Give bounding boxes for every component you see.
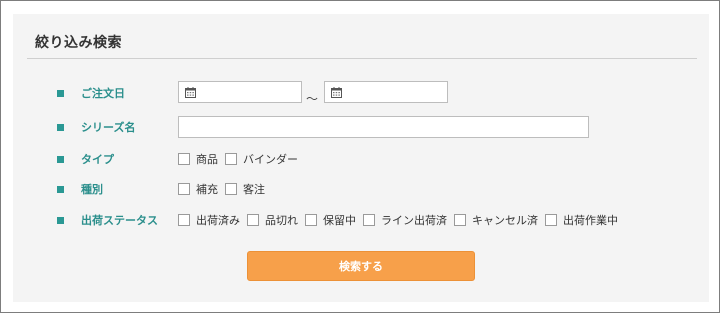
- checkbox[interactable]: [247, 214, 259, 226]
- checkbox-label: 出荷作業中: [563, 214, 618, 227]
- status-option-out-of-stock[interactable]: 品切れ: [247, 212, 298, 228]
- square-bullet-icon: [57, 123, 64, 131]
- status-option-shipped[interactable]: 出荷済み: [178, 212, 240, 228]
- checkbox[interactable]: [545, 214, 557, 226]
- checkbox-label: 客注: [243, 183, 265, 196]
- checkbox-label: バインダー: [243, 153, 298, 166]
- checkbox-label: 出荷済み: [196, 214, 240, 227]
- checkbox[interactable]: [178, 183, 190, 195]
- order-date-row-label: ご注文日: [57, 85, 125, 101]
- square-bullet-icon: [57, 89, 64, 97]
- order-date-label: ご注文日: [81, 87, 125, 100]
- type-option-product[interactable]: 商品: [178, 151, 218, 167]
- checkbox-label: キャンセル済: [472, 214, 538, 227]
- shipping-status-label: 出荷ステータス: [81, 214, 158, 227]
- series-name-input[interactable]: [178, 116, 589, 138]
- type-option-binder[interactable]: バインダー: [225, 151, 298, 167]
- checkbox-label: 補充: [196, 183, 218, 196]
- window-frame: 絞り込み検索 ご注文日 〜 シリーズ名 タイプ 商品 バインダー 種別 補充 客…: [0, 0, 720, 313]
- title-divider: [27, 58, 697, 59]
- type-checkbox-group: 商品 バインダー: [178, 151, 305, 167]
- order-date-to-input[interactable]: [324, 81, 448, 103]
- checkbox[interactable]: [363, 214, 375, 226]
- kind-label: 種別: [81, 183, 103, 196]
- order-date-from-input[interactable]: [178, 81, 302, 103]
- checkbox-label: 商品: [196, 153, 218, 166]
- kind-checkbox-group: 補充 客注: [178, 181, 272, 197]
- checkbox[interactable]: [454, 214, 466, 226]
- checkbox[interactable]: [178, 153, 190, 165]
- status-option-cancelled[interactable]: キャンセル済: [454, 212, 538, 228]
- square-bullet-icon: [57, 155, 64, 163]
- checkbox-label: 品切れ: [265, 214, 298, 227]
- checkbox[interactable]: [225, 153, 237, 165]
- checkbox[interactable]: [305, 214, 317, 226]
- shipping-status-row-label: 出荷ステータス: [57, 212, 158, 228]
- status-option-on-hold[interactable]: 保留中: [305, 212, 356, 228]
- kind-option-customer-order[interactable]: 客注: [225, 181, 265, 197]
- status-option-line-shipped[interactable]: ライン出荷済: [363, 212, 447, 228]
- search-button[interactable]: 検索する: [247, 251, 475, 281]
- calendar-icon: [185, 87, 196, 98]
- square-bullet-icon: [57, 185, 64, 193]
- checkbox[interactable]: [178, 214, 190, 226]
- kind-row-label: 種別: [57, 181, 103, 197]
- type-label: タイプ: [81, 153, 114, 166]
- square-bullet-icon: [57, 216, 64, 224]
- date-range-separator: 〜: [306, 92, 319, 106]
- checkbox-label: ライン出荷済: [381, 214, 447, 227]
- status-option-in-progress[interactable]: 出荷作業中: [545, 212, 618, 228]
- shipping-status-checkbox-group: 出荷済み 品切れ 保留中 ライン出荷済 キャンセル済 出荷作業中: [178, 212, 625, 228]
- filter-search-panel: 絞り込み検索 ご注文日 〜 シリーズ名 タイプ 商品 バインダー 種別 補充 客…: [13, 14, 709, 302]
- panel-title: 絞り込み検索: [35, 35, 122, 51]
- checkbox-label: 保留中: [323, 214, 356, 227]
- checkbox[interactable]: [225, 183, 237, 195]
- calendar-icon: [331, 87, 342, 98]
- kind-option-replenish[interactable]: 補充: [178, 181, 218, 197]
- type-row-label: タイプ: [57, 151, 114, 167]
- series-name-row-label: シリーズ名: [57, 119, 135, 135]
- series-name-label: シリーズ名: [81, 121, 136, 134]
